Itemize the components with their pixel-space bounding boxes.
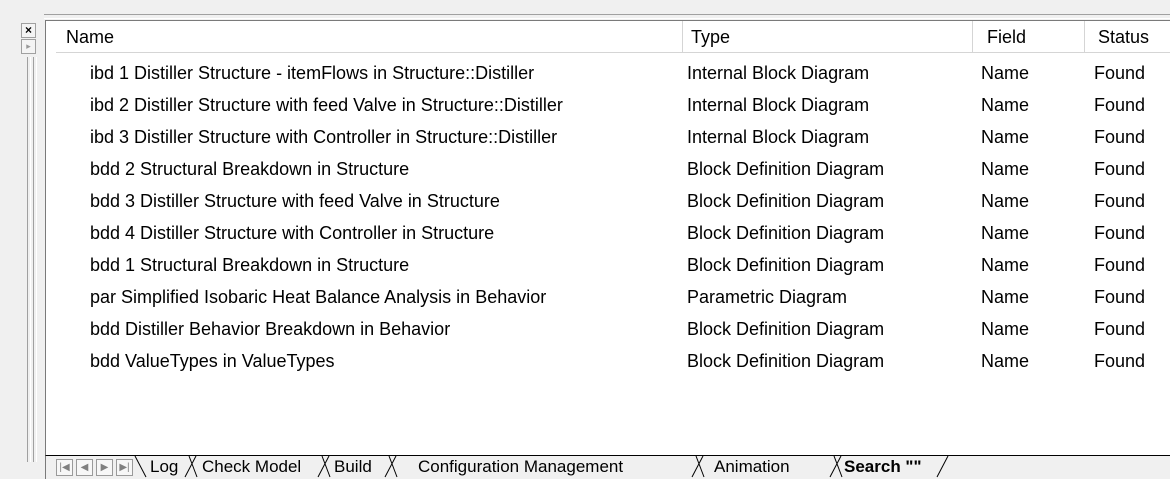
tab-divider — [384, 456, 398, 478]
column-header-field[interactable]: Field — [973, 21, 1085, 53]
row-type: Block Definition Diagram — [687, 191, 885, 211]
tab-divider — [829, 456, 843, 478]
list-row[interactable]: bdd 2 Structural Breakdown in Structure … — [46, 153, 1170, 185]
row-field: Name — [981, 127, 1030, 147]
list-row[interactable]: par Simplified Isobaric Heat Balance Ana… — [46, 281, 1170, 313]
row-status: Found — [1094, 159, 1146, 179]
previous-tab-icon[interactable]: ◀ — [76, 459, 93, 476]
row-status: Found — [1094, 319, 1146, 339]
tab-divider — [691, 456, 705, 478]
tab-animation[interactable]: Animation — [714, 456, 790, 478]
row-status: Found — [1094, 255, 1146, 275]
column-header-type[interactable]: Type — [683, 21, 973, 53]
tab-divider — [184, 456, 198, 478]
tab-divider — [134, 456, 148, 478]
row-name: bdd ValueTypes in ValueTypes — [90, 351, 335, 371]
row-field: Name — [981, 319, 1030, 339]
row-field: Name — [981, 255, 1030, 275]
row-type: Internal Block Diagram — [687, 127, 870, 147]
last-tab-icon[interactable]: ▶| — [116, 459, 133, 476]
gripper-line[interactable] — [33, 57, 37, 462]
tab-divider — [317, 456, 331, 478]
row-name: bdd 4 Distiller Structure with Controlle… — [90, 223, 495, 243]
close-icon[interactable]: × — [21, 23, 36, 38]
row-name: bdd 2 Structural Breakdown in Structure — [90, 159, 410, 179]
row-type: Parametric Diagram — [687, 287, 848, 307]
list-row[interactable]: ibd 1 Distiller Structure - itemFlows in… — [46, 57, 1170, 89]
row-name: par Simplified Isobaric Heat Balance Ana… — [90, 287, 547, 307]
row-type: Internal Block Diagram — [687, 95, 870, 115]
row-status: Found — [1094, 351, 1146, 371]
dock-arrow-icon[interactable]: ▸ — [21, 39, 36, 54]
tab-build[interactable]: Build — [334, 456, 372, 478]
list-row[interactable]: bdd ValueTypes in ValueTypes Block Defin… — [46, 345, 1170, 377]
row-field: Name — [981, 95, 1030, 115]
row-type: Block Definition Diagram — [687, 319, 885, 339]
row-field: Name — [981, 63, 1030, 83]
gripper-line[interactable] — [27, 57, 31, 462]
tab-search[interactable]: Search "" — [844, 456, 922, 478]
row-type: Block Definition Diagram — [687, 351, 885, 371]
search-results-list[interactable]: Name Type Field Status ibd 1 Distiller S… — [45, 20, 1170, 455]
list-row[interactable]: bdd Distiller Behavior Breakdown in Beha… — [46, 313, 1170, 345]
row-field: Name — [981, 159, 1030, 179]
list-row[interactable]: bdd 3 Distiller Structure with feed Valv… — [46, 185, 1170, 217]
row-status: Found — [1094, 287, 1146, 307]
row-status: Found — [1094, 223, 1146, 243]
row-name: bdd 1 Structural Breakdown in Structure — [90, 255, 410, 275]
list-row[interactable]: ibd 2 Distiller Structure with feed Valv… — [46, 89, 1170, 121]
list-header: Name Type Field Status — [46, 21, 1170, 54]
row-type: Internal Block Diagram — [687, 63, 870, 83]
list-body: ibd 1 Distiller Structure - itemFlows in… — [46, 57, 1170, 377]
row-status: Found — [1094, 191, 1146, 211]
row-name: ibd 3 Distiller Structure with Controlle… — [90, 127, 558, 147]
row-type: Block Definition Diagram — [687, 255, 885, 275]
list-row[interactable]: bdd 1 Structural Breakdown in Structure … — [46, 249, 1170, 281]
first-tab-icon[interactable]: |◀ — [56, 459, 73, 476]
list-row[interactable]: ibd 3 Distiller Structure with Controlle… — [46, 121, 1170, 153]
row-type: Block Definition Diagram — [687, 223, 885, 243]
row-name: ibd 1 Distiller Structure - itemFlows in… — [90, 63, 535, 83]
panel-top-border — [44, 14, 1170, 19]
row-type: Block Definition Diagram — [687, 159, 885, 179]
dock-gripper[interactable]: × ▸ — [0, 0, 44, 479]
row-name: bdd Distiller Behavior Breakdown in Beha… — [90, 319, 451, 339]
row-name: ibd 2 Distiller Structure with feed Valv… — [90, 95, 563, 115]
next-tab-icon[interactable]: ▶ — [96, 459, 113, 476]
tab-check-model[interactable]: Check Model — [202, 456, 301, 478]
row-status: Found — [1094, 95, 1146, 115]
tab-configuration-management[interactable]: Configuration Management — [418, 456, 623, 478]
column-header-name[interactable]: Name — [56, 21, 683, 53]
output-tab-strip: |◀ ◀ ▶ ▶| Log Check Model Build Configur… — [45, 455, 1170, 479]
tab-divider — [936, 456, 950, 478]
row-field: Name — [981, 287, 1030, 307]
row-field: Name — [981, 191, 1030, 211]
row-field: Name — [981, 223, 1030, 243]
output-window: × ▸ Name Type Field Status ibd 1 Distill… — [0, 0, 1170, 479]
column-header-status[interactable]: Status — [1085, 21, 1170, 53]
row-name: bdd 3 Distiller Structure with feed Valv… — [90, 191, 500, 211]
row-status: Found — [1094, 127, 1146, 147]
list-row[interactable]: bdd 4 Distiller Structure with Controlle… — [46, 217, 1170, 249]
tab-log[interactable]: Log — [150, 456, 178, 478]
row-status: Found — [1094, 63, 1146, 83]
row-field: Name — [981, 351, 1030, 371]
